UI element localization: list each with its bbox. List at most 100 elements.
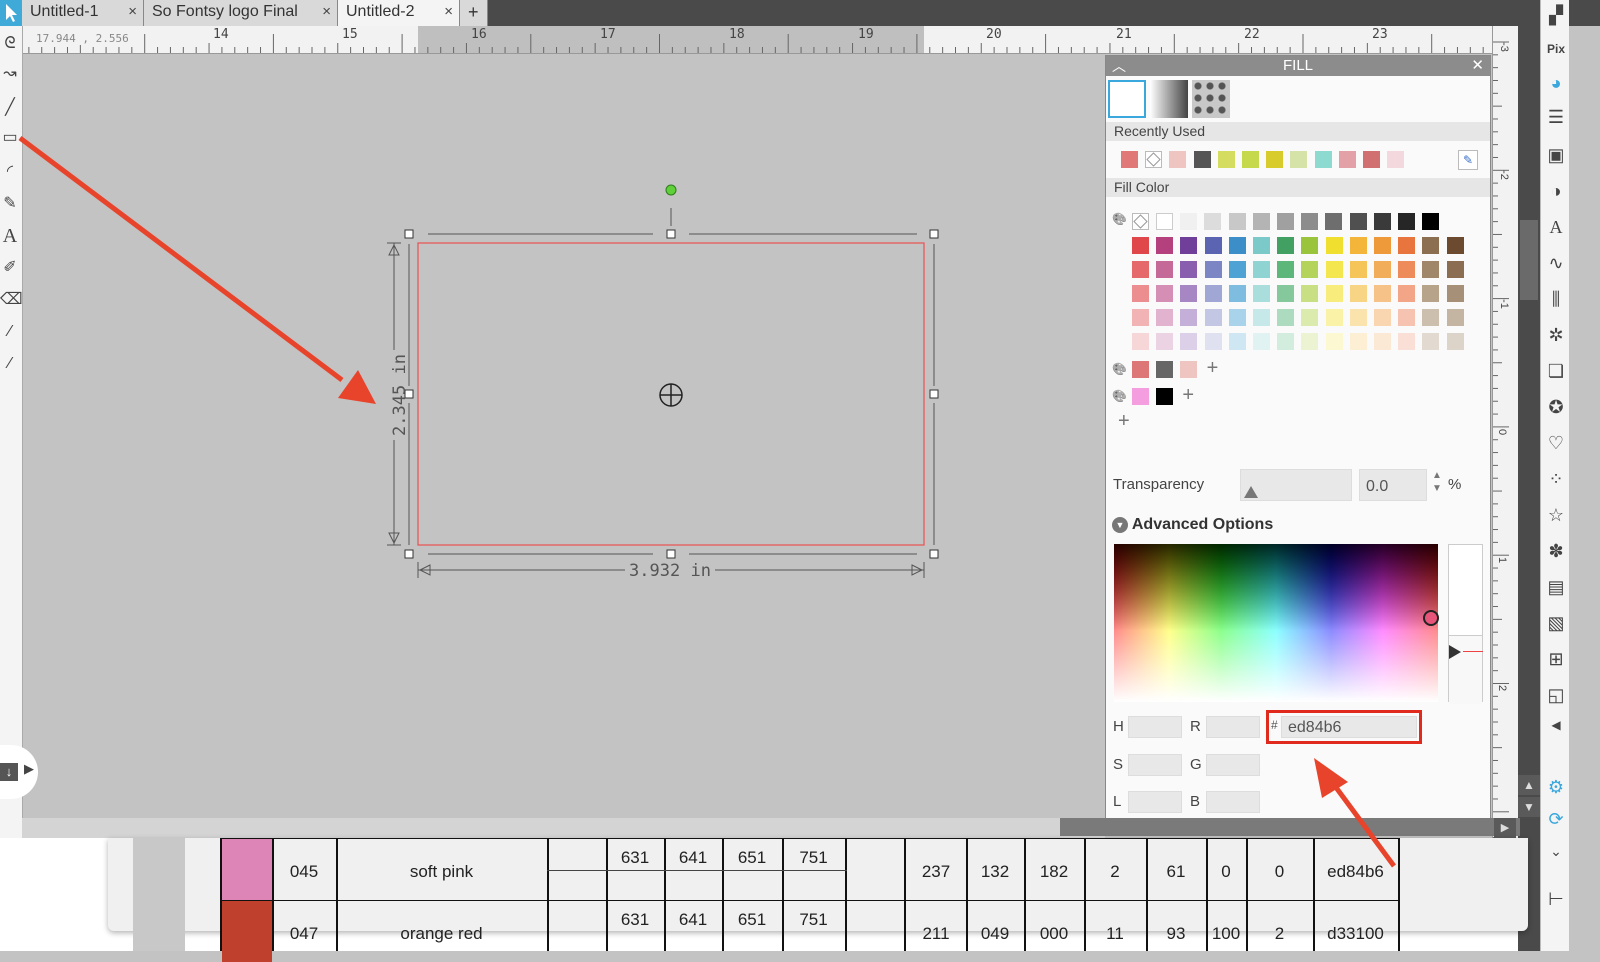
palette-color-swatch[interactable] — [1156, 309, 1174, 326]
chevron-down-icon[interactable]: ⌄ — [1545, 838, 1567, 864]
palette-color-swatch[interactable] — [1446, 309, 1464, 326]
gray-color-swatch[interactable] — [1325, 213, 1343, 230]
transparency-input[interactable]: 0.0 — [1359, 469, 1427, 501]
palette-color-swatch[interactable] — [1156, 333, 1174, 350]
palette-color-swatch[interactable] — [1349, 285, 1367, 302]
palette-color-swatch[interactable] — [1180, 261, 1198, 278]
sync-icon[interactable]: ⟳ — [1545, 806, 1567, 832]
palette-color-swatch[interactable] — [1422, 309, 1440, 326]
palette-color-swatch[interactable] — [1398, 309, 1416, 326]
palette-color-swatch[interactable] — [1204, 285, 1222, 302]
r-input[interactable] — [1206, 716, 1260, 738]
palette-color-swatch[interactable] — [1374, 237, 1391, 254]
palette-color-swatch[interactable] — [1325, 285, 1343, 302]
panel-scrollbar-thumb[interactable] — [1520, 220, 1538, 300]
modify-icon[interactable]: ✪ — [1545, 394, 1567, 420]
gray-color-swatch[interactable] — [1373, 213, 1391, 230]
palette-color-swatch[interactable] — [1349, 333, 1367, 350]
palette-color-swatch[interactable] — [1156, 237, 1174, 254]
palette-color-swatch[interactable] — [1446, 333, 1464, 350]
pattern-icon[interactable]: ▣ — [1545, 142, 1567, 168]
gray-color-swatch[interactable] — [1422, 213, 1440, 230]
palette-color-swatch[interactable] — [1301, 237, 1319, 254]
gray-color-swatch[interactable] — [1398, 213, 1415, 230]
panel-scrollbar-track[interactable]: ▲ ▼ — [1518, 0, 1540, 951]
sketch-icon[interactable]: ⁘ — [1545, 466, 1567, 492]
gray-color-swatch[interactable] — [1204, 213, 1222, 230]
palette-color-swatch[interactable] — [1422, 237, 1440, 254]
palette-color-swatch[interactable] — [1277, 237, 1295, 254]
palette-color-swatch[interactable] — [1228, 285, 1246, 302]
palette-color-swatch[interactable] — [1325, 261, 1343, 278]
palette-color-swatch[interactable] — [1301, 285, 1319, 302]
palette-color-swatch[interactable] — [1204, 261, 1222, 278]
palette-color-swatch[interactable] — [1446, 261, 1464, 278]
palette-color-swatch[interactable] — [1253, 285, 1270, 302]
custom-color-swatch[interactable] — [1180, 361, 1198, 378]
palette-color-swatch[interactable] — [1132, 333, 1149, 350]
gray-color-swatch[interactable] — [1301, 213, 1319, 230]
palette-color-swatch[interactable] — [1204, 333, 1222, 350]
palette-color-swatch[interactable] — [1180, 237, 1198, 254]
palette-color-swatch[interactable] — [1398, 285, 1416, 302]
palette-color-swatch[interactable] — [1374, 285, 1391, 302]
no-fill-swatch[interactable] — [1132, 213, 1149, 230]
pixscan-icon[interactable]: Pix — [1545, 36, 1567, 62]
gray-color-swatch[interactable] — [1277, 213, 1294, 230]
transparency-slider[interactable] — [1240, 469, 1352, 501]
palette-color-swatch[interactable] — [1349, 261, 1367, 278]
recent-color-swatch[interactable] — [1387, 151, 1405, 168]
palette-color-swatch[interactable] — [1132, 285, 1149, 302]
palette-color-swatch[interactable] — [1132, 237, 1149, 254]
l-input[interactable] — [1128, 791, 1182, 813]
eyedropper-icon[interactable]: ✎ — [1458, 150, 1478, 170]
recent-color-swatch[interactable] — [1363, 151, 1380, 168]
chevron-left-icon[interactable]: ◀ — [1545, 712, 1567, 738]
custom-color-swatch[interactable] — [1156, 361, 1174, 378]
replicate-icon[interactable]: ❏ — [1545, 358, 1567, 384]
palette-color-swatch[interactable] — [1349, 237, 1367, 254]
scroll-down-button[interactable]: ▼ — [1518, 797, 1540, 817]
vertical-ruler[interactable]: -3 -2 -1 0 1 2 — [1492, 26, 1519, 838]
scroll-up-button[interactable]: ▲ — [1518, 775, 1540, 795]
palette-color-swatch[interactable] — [1180, 285, 1198, 302]
recent-color-swatch[interactable] — [1193, 151, 1211, 168]
collapse-icon[interactable]: ︿ — [1112, 56, 1126, 76]
gray-color-swatch[interactable] — [1349, 213, 1367, 230]
palette-color-swatch[interactable] — [1204, 309, 1222, 326]
palette-color-swatch[interactable] — [1446, 285, 1464, 302]
palette-color-swatch[interactable] — [1374, 309, 1391, 326]
lightness-marker[interactable] — [1449, 645, 1461, 659]
palette-color-swatch[interactable] — [1325, 237, 1343, 254]
palette-color-swatch[interactable] — [1301, 261, 1319, 278]
recent-color-swatch[interactable] — [1338, 151, 1356, 168]
recent-color-swatch[interactable] — [1242, 151, 1259, 168]
gray-color-swatch[interactable] — [1180, 213, 1198, 230]
close-icon[interactable]: ✕ — [1471, 56, 1484, 76]
advanced-options-toggle[interactable]: ▼ Advanced Options — [1112, 516, 1273, 534]
palette-color-swatch[interactable] — [1349, 309, 1367, 326]
page-setup-icon[interactable]: ▞ — [1545, 2, 1567, 28]
palette-icon[interactable]: 🎨 — [1112, 389, 1127, 403]
palette-color-swatch[interactable] — [1253, 333, 1270, 350]
palette-color-swatch[interactable] — [1422, 333, 1440, 350]
palette-color-swatch[interactable] — [1253, 309, 1270, 326]
palette-color-swatch[interactable] — [1180, 309, 1198, 326]
recent-color-swatch[interactable] — [1314, 151, 1332, 168]
offset-icon[interactable]: ♡ — [1545, 430, 1567, 456]
add-palette-icon[interactable]: + — [1118, 410, 1130, 433]
h-input[interactable] — [1128, 716, 1182, 738]
custom-color-swatch[interactable] — [1132, 361, 1149, 378]
palette-color-swatch[interactable] — [1301, 309, 1319, 326]
palette-color-swatch[interactable] — [1132, 309, 1149, 326]
palette-color-swatch[interactable] — [1374, 333, 1391, 350]
palette-color-swatch[interactable] — [1156, 285, 1174, 302]
palette-color-swatch[interactable] — [1277, 309, 1295, 326]
palette-color-swatch[interactable] — [1253, 237, 1270, 254]
palette-color-swatch[interactable] — [1422, 285, 1440, 302]
palette-color-swatch[interactable] — [1132, 261, 1149, 278]
rotate-handle[interactable] — [665, 184, 677, 196]
color-picker-marker[interactable] — [1423, 610, 1439, 626]
text-style-icon[interactable]: A — [1545, 214, 1567, 240]
palette-color-swatch[interactable] — [1253, 261, 1270, 278]
